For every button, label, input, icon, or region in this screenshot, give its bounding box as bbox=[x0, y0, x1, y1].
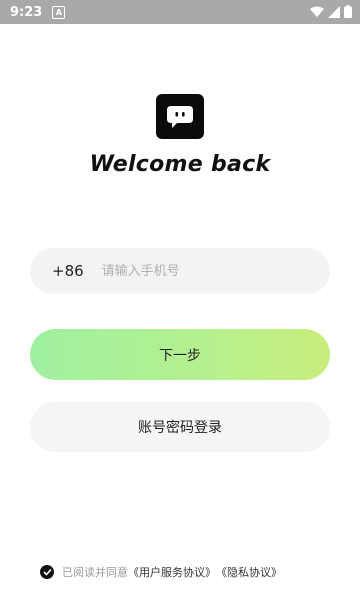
phone-number-input[interactable] bbox=[99, 262, 324, 280]
status-time: 9:23 bbox=[10, 4, 43, 20]
check-icon bbox=[42, 568, 52, 576]
privacy-agreement-link[interactable]: 《隐私协议》 bbox=[216, 564, 282, 580]
a-icon: A bbox=[52, 5, 66, 19]
chat-bubble-face-icon bbox=[167, 105, 193, 128]
password-login-button[interactable]: 账号密码登录 bbox=[30, 402, 330, 452]
status-bar: 9:23 A bbox=[0, 0, 360, 24]
agreement-checkbox[interactable] bbox=[40, 565, 54, 579]
battery-icon bbox=[344, 5, 352, 18]
next-step-button[interactable]: 下一步 bbox=[30, 329, 330, 380]
agreement-prefix: 已阅读并同意 bbox=[62, 566, 128, 579]
status-icons bbox=[310, 5, 352, 18]
user-agreement-link[interactable]: 《用户服务协议》 bbox=[128, 564, 216, 580]
phone-input-row: +86 bbox=[30, 248, 330, 294]
wifi-icon bbox=[310, 6, 324, 17]
country-code[interactable]: +86 bbox=[52, 262, 84, 280]
welcome-title: Welcome back bbox=[89, 152, 271, 177]
agreement-row: 已阅读并同意 《用户服务协议》 《隐私协议》 bbox=[40, 563, 282, 581]
app-logo bbox=[156, 94, 204, 139]
signal-icon bbox=[328, 5, 340, 18]
